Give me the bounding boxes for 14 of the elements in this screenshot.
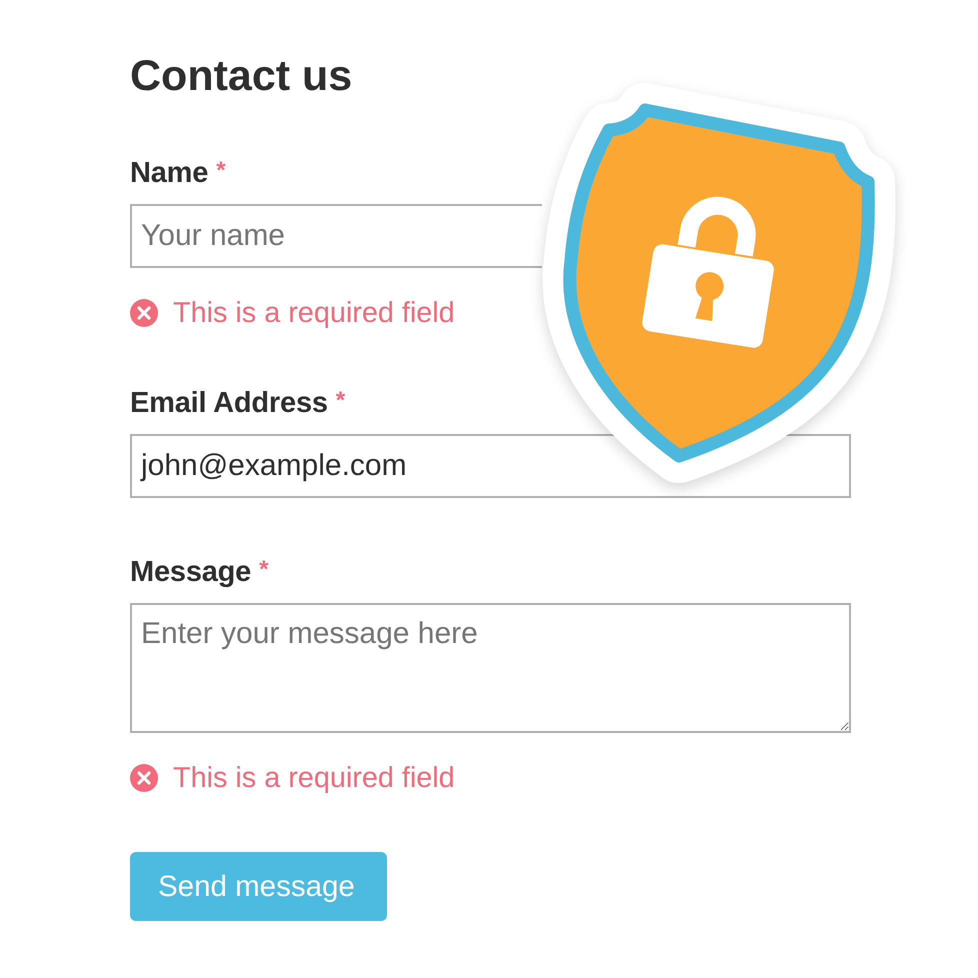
error-icon [130,764,158,792]
error-message: This is a required field [173,297,455,329]
textarea-field[interactable]: Enter your message here [130,603,851,733]
field-label: Name [130,157,208,189]
field-label: Email Address [130,387,328,419]
required-asterisk: * [216,157,226,184]
error-message: This is a required field [173,762,455,794]
required-asterisk: * [336,387,346,414]
input-field[interactable]: Your name [130,204,542,268]
padlock-icon [640,196,776,349]
required-asterisk: * [259,556,268,583]
error-icon [130,299,158,327]
field-label: Message [130,556,252,588]
page-title: Contact us [130,51,352,102]
